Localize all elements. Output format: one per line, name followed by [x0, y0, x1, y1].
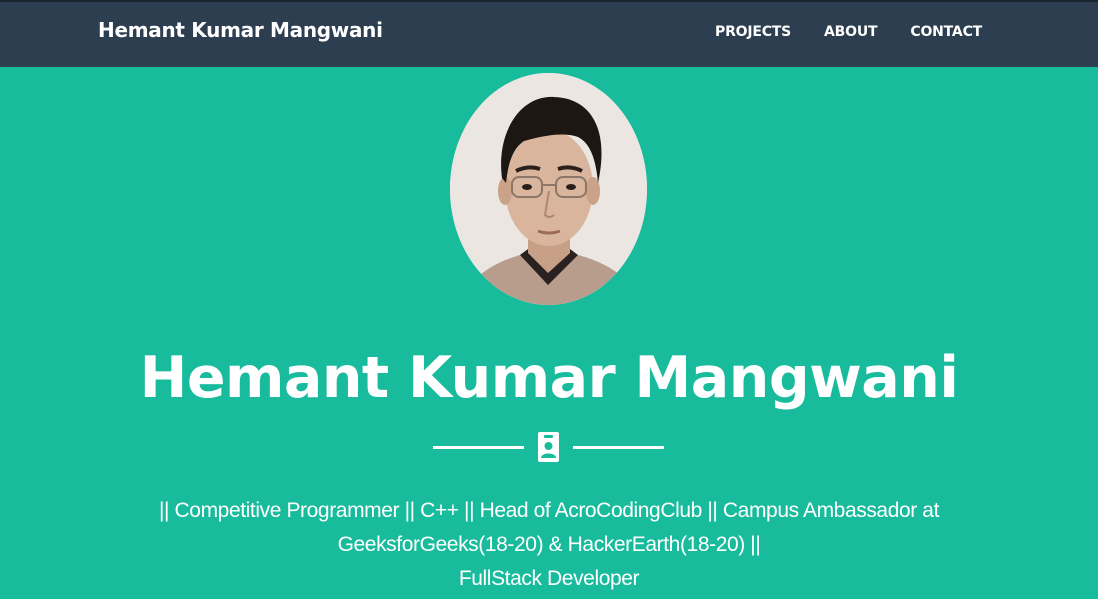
navbar: Hemant Kumar Mangwani PROJECTS ABOUT CON… — [0, 0, 1098, 67]
tagline-line-3: FullStack Developer — [458, 567, 640, 590]
divider-line-right — [573, 446, 664, 449]
divider-line-left — [433, 446, 524, 449]
tagline-line-2: GeeksforGeeks(18-20) & HackerEarth(18-20… — [337, 533, 761, 556]
tagline-line-1: || Competitive Programmer || C++ || Head… — [158, 499, 940, 522]
profile-photo — [450, 73, 647, 305]
page-bottom-edge — [0, 599, 1098, 606]
brand-link[interactable]: Hemant Kumar Mangwani — [98, 18, 383, 42]
hero-title: Hemant Kumar Mangwani — [139, 345, 959, 411]
hero-tagline: || Competitive Programmer || C++ || Head… — [140, 494, 958, 596]
nav-link-projects[interactable]: PROJECTS — [715, 24, 791, 40]
hero-section: Hemant Kumar Mangwani || Competitive Pro… — [0, 67, 1098, 599]
id-badge-icon — [538, 432, 559, 466]
nav-link-contact[interactable]: CONTACT — [910, 24, 982, 40]
nav-link-about[interactable]: ABOUT — [824, 24, 878, 40]
star-divider — [433, 429, 664, 465]
nav-links: PROJECTS ABOUT CONTACT — [715, 24, 982, 40]
